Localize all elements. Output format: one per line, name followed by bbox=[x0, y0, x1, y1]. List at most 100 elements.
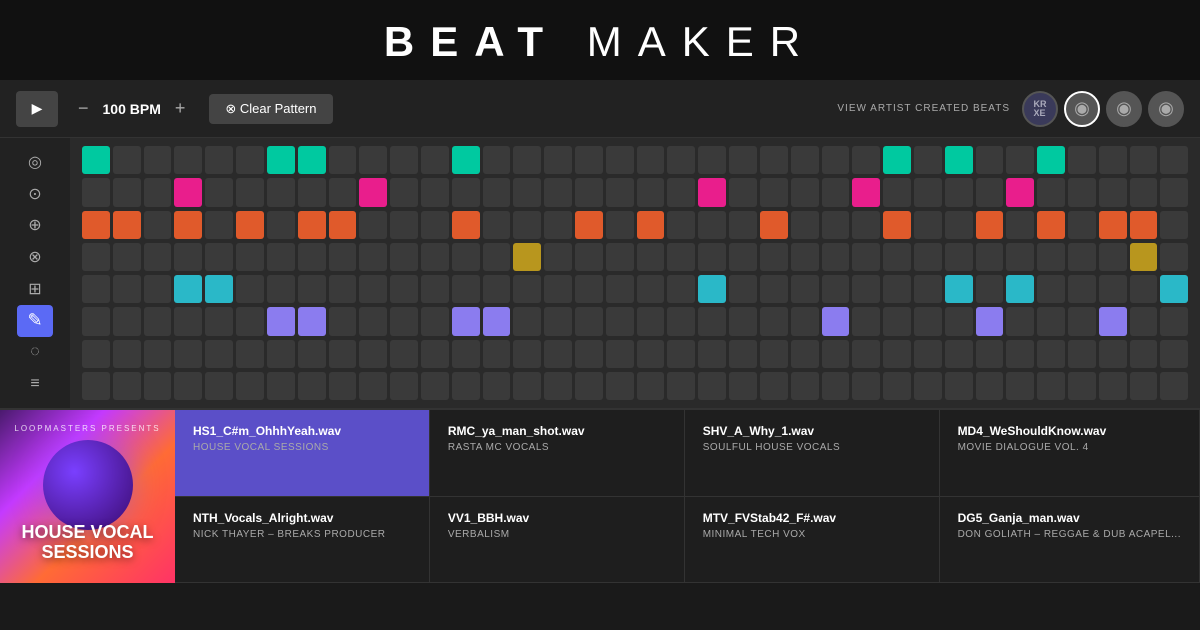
grid-cell-2-9[interactable] bbox=[359, 211, 387, 239]
grid-cell-1-13[interactable] bbox=[483, 178, 511, 206]
grid-cell-0-0[interactable] bbox=[82, 146, 110, 174]
grid-cell-5-5[interactable] bbox=[236, 307, 264, 335]
track-item-4[interactable]: NTH_Vocals_Alright.wavNICK THAYER – BREA… bbox=[175, 497, 430, 584]
grid-cell-5-30[interactable] bbox=[1006, 307, 1034, 335]
grid-cell-3-25[interactable] bbox=[852, 243, 880, 271]
grid-cell-0-19[interactable] bbox=[667, 146, 695, 174]
grid-cell-1-23[interactable] bbox=[791, 178, 819, 206]
grid-cell-6-8[interactable] bbox=[329, 340, 357, 368]
grid-cell-6-33[interactable] bbox=[1099, 340, 1127, 368]
grid-cell-0-16[interactable] bbox=[575, 146, 603, 174]
grid-cell-0-15[interactable] bbox=[544, 146, 572, 174]
grid-cell-1-8[interactable] bbox=[329, 178, 357, 206]
grid-cell-1-20[interactable] bbox=[698, 178, 726, 206]
grid-cell-7-32[interactable] bbox=[1068, 372, 1096, 400]
snare-icon[interactable]: ⊙ bbox=[17, 178, 53, 210]
grid-cell-3-14[interactable] bbox=[513, 243, 541, 271]
grid-cell-2-13[interactable] bbox=[483, 211, 511, 239]
grid-cell-1-19[interactable] bbox=[667, 178, 695, 206]
grid-cell-5-6[interactable] bbox=[267, 307, 295, 335]
grid-cell-5-17[interactable] bbox=[606, 307, 634, 335]
grid-cell-1-17[interactable] bbox=[606, 178, 634, 206]
grid-cell-7-28[interactable] bbox=[945, 372, 973, 400]
grid-cell-3-11[interactable] bbox=[421, 243, 449, 271]
grid-cell-1-15[interactable] bbox=[544, 178, 572, 206]
grid-cell-4-13[interactable] bbox=[483, 275, 511, 303]
grid-cell-3-8[interactable] bbox=[329, 243, 357, 271]
grid-cell-4-5[interactable] bbox=[236, 275, 264, 303]
grid-cell-5-24[interactable] bbox=[822, 307, 850, 335]
grid-cell-6-14[interactable] bbox=[513, 340, 541, 368]
grid-cell-7-9[interactable] bbox=[359, 372, 387, 400]
track-item-7[interactable]: DG5_Ganja_man.wavDON GOLIATH – REGGAE & … bbox=[940, 497, 1200, 584]
grid-cell-1-31[interactable] bbox=[1037, 178, 1065, 206]
grid-cell-2-0[interactable] bbox=[82, 211, 110, 239]
grid-cell-1-3[interactable] bbox=[174, 178, 202, 206]
grid-cell-4-9[interactable] bbox=[359, 275, 387, 303]
grid-cell-0-3[interactable] bbox=[174, 146, 202, 174]
grid-cell-2-34[interactable] bbox=[1130, 211, 1158, 239]
grid-cell-2-12[interactable] bbox=[452, 211, 480, 239]
track-item-5[interactable]: VV1_BBH.wavVERBALISM bbox=[430, 497, 685, 584]
grid-cell-3-23[interactable] bbox=[791, 243, 819, 271]
grid-cell-4-18[interactable] bbox=[637, 275, 665, 303]
grid-cell-1-29[interactable] bbox=[976, 178, 1004, 206]
grid-cell-0-9[interactable] bbox=[359, 146, 387, 174]
grid-cell-2-19[interactable] bbox=[667, 211, 695, 239]
grid-cell-7-10[interactable] bbox=[390, 372, 418, 400]
grid-cell-2-20[interactable] bbox=[698, 211, 726, 239]
grid-cell-3-15[interactable] bbox=[544, 243, 572, 271]
grid-cell-7-23[interactable] bbox=[791, 372, 819, 400]
grid-cell-5-1[interactable] bbox=[113, 307, 141, 335]
grid-cell-1-6[interactable] bbox=[267, 178, 295, 206]
grid-cell-7-21[interactable] bbox=[729, 372, 757, 400]
grid-cell-3-10[interactable] bbox=[390, 243, 418, 271]
grid-cell-7-25[interactable] bbox=[852, 372, 880, 400]
grid-cell-2-23[interactable] bbox=[791, 211, 819, 239]
grid-cell-2-32[interactable] bbox=[1068, 211, 1096, 239]
grid-cell-3-20[interactable] bbox=[698, 243, 726, 271]
grid-cell-4-22[interactable] bbox=[760, 275, 788, 303]
grid-cell-6-27[interactable] bbox=[914, 340, 942, 368]
artist-avatar-1[interactable]: ◉ bbox=[1064, 91, 1100, 127]
grid-cell-7-1[interactable] bbox=[113, 372, 141, 400]
grid-cell-5-14[interactable] bbox=[513, 307, 541, 335]
grid-cell-4-28[interactable] bbox=[945, 275, 973, 303]
grid-cell-7-20[interactable] bbox=[698, 372, 726, 400]
grid-cell-6-7[interactable] bbox=[298, 340, 326, 368]
grid-cell-1-2[interactable] bbox=[144, 178, 172, 206]
grid-cell-6-21[interactable] bbox=[729, 340, 757, 368]
grid-cell-6-3[interactable] bbox=[174, 340, 202, 368]
grid-cell-3-31[interactable] bbox=[1037, 243, 1065, 271]
grid-cell-5-9[interactable] bbox=[359, 307, 387, 335]
track-item-0[interactable]: HS1_C#m_OhhhYeah.wavHOUSE VOCAL SESSIONS bbox=[175, 410, 430, 497]
grid-cell-0-22[interactable] bbox=[760, 146, 788, 174]
grid-cell-1-28[interactable] bbox=[945, 178, 973, 206]
grid-cell-4-15[interactable] bbox=[544, 275, 572, 303]
grid-cell-3-18[interactable] bbox=[637, 243, 665, 271]
grid-cell-0-11[interactable] bbox=[421, 146, 449, 174]
grid-cell-6-6[interactable] bbox=[267, 340, 295, 368]
grid-cell-4-2[interactable] bbox=[144, 275, 172, 303]
grid-cell-2-29[interactable] bbox=[976, 211, 1004, 239]
grid-cell-4-6[interactable] bbox=[267, 275, 295, 303]
chain-icon[interactable]: ⊞ bbox=[17, 273, 53, 305]
grid-cell-7-2[interactable] bbox=[144, 372, 172, 400]
artist-avatar-2[interactable]: ◉ bbox=[1106, 91, 1142, 127]
grid-cell-0-1[interactable] bbox=[113, 146, 141, 174]
grid-cell-5-7[interactable] bbox=[298, 307, 326, 335]
grid-cell-6-12[interactable] bbox=[452, 340, 480, 368]
grid-cell-5-34[interactable] bbox=[1130, 307, 1158, 335]
grid-cell-2-18[interactable] bbox=[637, 211, 665, 239]
grid-cell-4-1[interactable] bbox=[113, 275, 141, 303]
grid-cell-5-28[interactable] bbox=[945, 307, 973, 335]
grid-cell-0-27[interactable] bbox=[914, 146, 942, 174]
grid-cell-5-0[interactable] bbox=[82, 307, 110, 335]
grid-cell-1-27[interactable] bbox=[914, 178, 942, 206]
grid-cell-5-3[interactable] bbox=[174, 307, 202, 335]
grid-cell-3-21[interactable] bbox=[729, 243, 757, 271]
grid-cell-4-33[interactable] bbox=[1099, 275, 1127, 303]
grid-cell-2-1[interactable] bbox=[113, 211, 141, 239]
cymbal-icon[interactable]: ⊗ bbox=[17, 241, 53, 273]
grid-cell-2-31[interactable] bbox=[1037, 211, 1065, 239]
